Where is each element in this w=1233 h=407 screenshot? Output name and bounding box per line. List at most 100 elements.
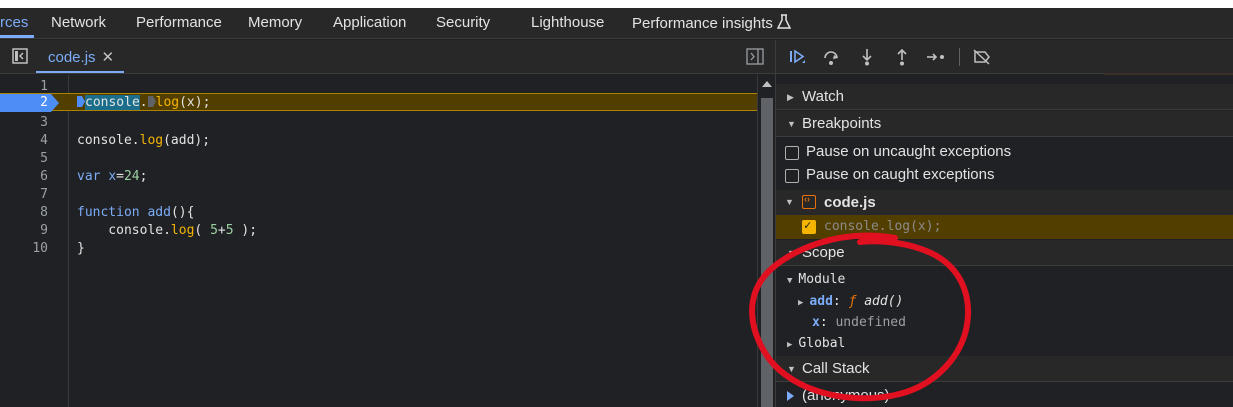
code-text: function add(){	[77, 205, 195, 220]
section-title: Watch	[802, 88, 844, 105]
editor-tab-bar: code.js ✕	[0, 40, 775, 74]
code-line-paused[interactable]: 2 console. log(x);	[0, 93, 757, 112]
scope-tree: ▼ Module ▶ add: ƒ add() x: undefined ▶ Glob…	[776, 267, 1233, 355]
code-line[interactable]: 6 var x=24;	[0, 168, 757, 186]
line-number[interactable]: 4	[0, 132, 48, 150]
tab-security[interactable]: Security	[436, 14, 490, 31]
code-line[interactable]: 3	[0, 114, 757, 132]
collapse-arrow-icon: ▼	[787, 119, 796, 129]
call-frame-label: (anonymous)	[802, 387, 890, 404]
editor-scrollbar[interactable]	[757, 75, 775, 407]
step-icon[interactable]	[926, 48, 946, 66]
prop-colon: :	[832, 294, 841, 309]
collapse-arrow-icon: ▼	[787, 248, 796, 258]
script-file-icon	[802, 194, 816, 209]
collapse-arrow-icon: ▼	[787, 276, 793, 286]
tab-performance-insights-label: Performance insights	[632, 15, 773, 32]
prop-name: add	[809, 294, 833, 309]
section-call-stack[interactable]: ▼ Call Stack	[776, 356, 1233, 382]
close-icon[interactable]: ✕	[102, 49, 115, 66]
prop-value: add()	[864, 294, 904, 309]
tab-lighthouse[interactable]: Lighthouse	[531, 14, 604, 31]
line-number[interactable]: 2	[0, 94, 48, 112]
step-into-icon[interactable]	[857, 48, 877, 66]
section-title: Call Stack	[802, 360, 870, 377]
section-breakpoints[interactable]: ▼ Breakpoints	[776, 111, 1233, 137]
code-line[interactable]: 4 console.log(add);	[0, 132, 757, 150]
tab-performance-insights[interactable]: Performance insights	[632, 14, 791, 32]
debugger-sidebar: ▶ Watch ▼ Breakpoints Pause on uncaught …	[775, 40, 1233, 407]
line-number[interactable]: 3	[0, 114, 48, 132]
experiment-flask-icon	[776, 14, 791, 29]
scroll-up-arrow-icon[interactable]	[762, 81, 772, 87]
code-text: console.log(add);	[77, 133, 211, 148]
resume-icon[interactable]	[788, 48, 808, 66]
file-tab-label: code.js	[48, 49, 96, 66]
tab-performance[interactable]: Performance	[136, 14, 222, 31]
section-watch[interactable]: ▶ Watch	[776, 84, 1233, 110]
step-out-icon[interactable]	[892, 48, 912, 66]
code-line[interactable]: 10 }	[0, 240, 757, 258]
step-over-icon[interactable]	[822, 48, 842, 66]
expand-arrow-icon: ▶	[787, 340, 793, 350]
call-frame-anonymous[interactable]: (anonymous)	[776, 385, 1233, 407]
navigator-toggle-icon[interactable]	[12, 48, 28, 64]
pause-caught-row[interactable]: Pause on caught exceptions	[776, 164, 1233, 187]
section-title: Breakpoints	[802, 115, 882, 132]
breakpoint-checkbox[interactable]	[802, 218, 816, 234]
code-text: console.log( 5+5 );	[77, 223, 258, 238]
breakpoint-file-name: code.js	[824, 194, 876, 211]
pause-uncaught-checkbox[interactable]	[785, 146, 799, 160]
scope-prop-x[interactable]: x: undefined	[812, 315, 906, 330]
function-symbol: ƒ	[848, 294, 857, 309]
collapse-arrow-icon: ▼	[787, 364, 796, 374]
line-number[interactable]: 5	[0, 150, 48, 168]
checkbox-label: Pause on caught exceptions	[806, 166, 995, 183]
prop-name: x	[812, 315, 820, 330]
tab-sources[interactable]: rces	[0, 14, 28, 31]
prop-value: undefined	[835, 315, 906, 330]
line-number[interactable]: 6	[0, 168, 48, 186]
breakpoint-file-group[interactable]: ▼ code.js	[776, 190, 1233, 215]
pause-caught-checkbox[interactable]	[785, 169, 799, 183]
scope-prop-add[interactable]: ▶ add: ƒ add()	[798, 294, 903, 309]
line-number[interactable]: 7	[0, 186, 48, 204]
current-frame-arrow-icon	[787, 391, 794, 401]
tab-network[interactable]: Network	[51, 14, 106, 31]
section-title: Scope	[802, 244, 845, 261]
scroll-thumb[interactable]	[761, 98, 773, 407]
tab-memory[interactable]: Memory	[248, 14, 302, 31]
code-text: }	[77, 241, 85, 256]
toolbar-separator	[959, 48, 960, 66]
code-line[interactable]: 9 console.log( 5+5 );	[0, 222, 757, 240]
breakpoint-item[interactable]: console.log(x);	[776, 215, 1233, 239]
section-scope[interactable]: ▼ Scope	[776, 240, 1233, 266]
line-number[interactable]: 10	[0, 240, 48, 258]
debugger-toolbar	[776, 40, 1233, 75]
inline-breakpoint-icon[interactable]	[147, 96, 156, 107]
code-line[interactable]: 7	[0, 186, 757, 204]
code-token: console	[85, 95, 140, 110]
inline-breakpoint-icon[interactable]	[77, 96, 85, 107]
code-line[interactable]: 8 function add(){	[0, 204, 757, 222]
file-tab-code-js[interactable]: code.js ✕	[36, 40, 126, 74]
file-tab-indicator	[36, 71, 124, 73]
prop-colon: :	[819, 315, 828, 330]
breakpoint-code: console.log(x);	[824, 219, 942, 234]
active-tab-indicator	[0, 35, 34, 38]
toolbar-edge	[1104, 73, 1233, 75]
line-number[interactable]: 9	[0, 222, 48, 240]
line-number[interactable]: 8	[0, 204, 48, 222]
pause-uncaught-row[interactable]: Pause on uncaught exceptions	[776, 141, 1233, 164]
expand-arrow-icon: ▶	[798, 298, 804, 308]
deactivate-breakpoints-icon[interactable]	[972, 48, 992, 66]
tab-application[interactable]: Application	[333, 14, 406, 31]
code-text: console. log(x);	[77, 94, 210, 112]
scope-label: Module	[798, 272, 846, 287]
scope-global[interactable]: ▶ Global	[787, 336, 845, 351]
code-line[interactable]: 5	[0, 150, 757, 168]
code-editor[interactable]: 1 2 console. log(x); 3 4 console.log(add)…	[0, 75, 757, 407]
scope-module[interactable]: ▼ Module	[787, 272, 845, 287]
collapse-arrow-icon: ▼	[785, 197, 794, 207]
debugger-sidebar-toggle-icon[interactable]	[746, 48, 764, 65]
